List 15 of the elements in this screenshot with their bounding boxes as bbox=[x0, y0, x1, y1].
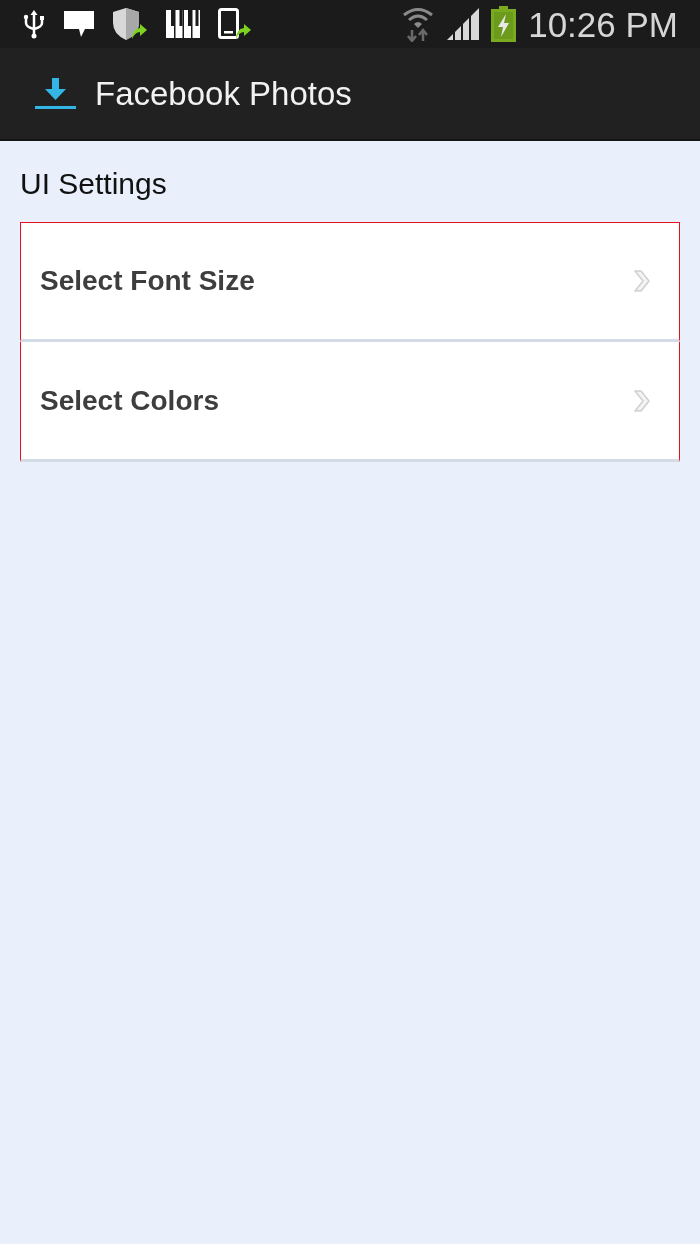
settings-item[interactable]: Select Colors bbox=[20, 342, 680, 462]
battery-charging-icon bbox=[491, 6, 517, 42]
settings-item[interactable]: Select Font Size bbox=[20, 222, 680, 342]
chat-bubble-icon bbox=[64, 10, 94, 38]
usb-icon bbox=[22, 8, 46, 40]
chevron-right-icon bbox=[633, 269, 651, 293]
shield-upload-icon bbox=[112, 7, 148, 41]
piano-keys-icon bbox=[166, 10, 200, 38]
status-time: 10:26 PM bbox=[528, 6, 678, 42]
app-title: Facebook Photos bbox=[95, 77, 352, 110]
phone-upload-icon bbox=[218, 8, 252, 40]
chevron-right-icon bbox=[633, 388, 651, 413]
signal-bars-icon bbox=[447, 8, 480, 40]
download-icon[interactable] bbox=[35, 77, 76, 110]
section-title: UI Settings bbox=[20, 166, 167, 202]
